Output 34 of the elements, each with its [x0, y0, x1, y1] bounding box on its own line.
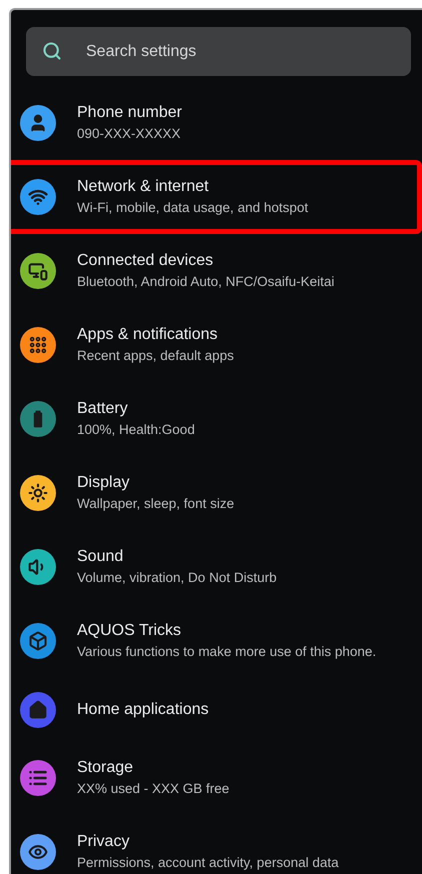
item-subtitle: Wi-Fi, mobile, data usage, and hotspot	[77, 200, 308, 217]
settings-item[interactable]: Display Wallpaper, sleep, font size	[11, 456, 422, 530]
settings-item[interactable]: Apps & notifications Recent apps, default apps	[11, 308, 422, 382]
item-subtitle: 100%, Health:Good	[77, 422, 195, 439]
settings-item[interactable]: Privacy Permissions, account activity, personal data	[11, 815, 422, 874]
item-title: AQUOS Tricks	[77, 621, 182, 642]
settings-item[interactable]: Storage XX% used - XXX GB free	[11, 741, 422, 815]
item-subtitle: Volume, vibration, Do Not Disturb	[77, 570, 277, 587]
item-title: Connected devices	[77, 251, 214, 272]
item-title: Network & internet	[77, 177, 210, 198]
settings-item[interactable]: Sound Volume, vibration, Do Not Disturb	[11, 530, 422, 604]
item-title: Privacy	[77, 832, 130, 852]
settings-item[interactable]: Connected devices Bluetooth, Android Auto, NFC/Osaifu-Keitai	[11, 234, 422, 308]
item-subtitle: XX% used - XXX GB free	[77, 781, 230, 798]
search-field[interactable]: Search settings	[26, 27, 411, 76]
settings-item[interactable]: Home applications	[11, 678, 422, 741]
item-subtitle: Various functions to make more use of this phone.	[77, 644, 376, 661]
item-title: Storage	[77, 758, 134, 778]
item-subtitle: Wallpaper, sleep, font size	[77, 496, 234, 513]
item-title: Sound	[77, 547, 124, 568]
item-title: Battery	[77, 399, 129, 420]
settings-item[interactable]: AQUOS Tricks Various functions to make more use of this phone.	[11, 604, 422, 678]
item-subtitle: 090-XXX-XXXXX	[77, 126, 182, 143]
item-subtitle: Bluetooth, Android Auto, NFC/Osaifu-Keitai	[77, 274, 334, 291]
settings-item[interactable]: Battery 100%, Health:Good	[11, 382, 422, 456]
item-subtitle: Recent apps, default apps	[77, 348, 234, 365]
item-title: Phone number	[77, 103, 182, 124]
item-title: Apps & notifications	[77, 325, 219, 346]
search-icon	[42, 41, 62, 61]
item-subtitle: Permissions, account activity, personal data	[77, 855, 339, 872]
item-title: Home applications	[77, 700, 209, 720]
item-title: Display	[77, 473, 130, 494]
settings-item[interactable]: Phone number 090-XXX-XXXXX	[11, 86, 422, 160]
settings-item[interactable]: Network & internet Wi-Fi, mobile, data usage, and hotspot	[11, 160, 422, 234]
